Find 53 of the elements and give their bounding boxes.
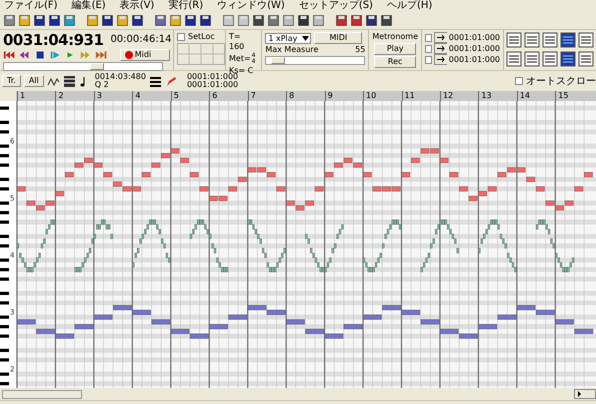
autoscroll-label: オートスクロー bbox=[526, 75, 596, 88]
midi-button[interactable]: MIDI bbox=[314, 32, 362, 44]
checkbox[interactable] bbox=[425, 56, 432, 64]
checkbox[interactable] bbox=[515, 77, 523, 85]
position-counter: 0031:04:931 bbox=[3, 32, 104, 48]
locator-grid-drawing bbox=[177, 43, 225, 65]
max-measure-label: Max Measure bbox=[265, 45, 318, 55]
checkbox[interactable] bbox=[425, 44, 432, 52]
metronome-button[interactable]: Play bbox=[374, 43, 416, 55]
monitor-icon[interactable] bbox=[560, 51, 576, 67]
range-start-time: 0001:01:000 bbox=[186, 73, 238, 81]
locator-arrow-icon[interactable] bbox=[434, 32, 447, 43]
setloc-label: SetLoc bbox=[188, 32, 215, 42]
rewind-to-start-icon[interactable] bbox=[3, 50, 16, 60]
forward-to-end-icon[interactable] bbox=[94, 50, 107, 60]
pencil-icon[interactable] bbox=[164, 74, 178, 88]
measure-ruler[interactable]: 1 2 3 4 5 6 7 8 9 10 11 12 13 14 15 bbox=[16, 91, 596, 101]
range-end-time: 0001:01:000 bbox=[186, 81, 238, 89]
quantize-value: Q 2 bbox=[94, 81, 110, 89]
checkbox[interactable] bbox=[177, 33, 185, 41]
menu-item[interactable]: ウィンドウ(W) bbox=[217, 1, 285, 11]
max-measure-value: 55 bbox=[355, 45, 366, 55]
piano-keyboard-drawing[interactable] bbox=[0, 101, 16, 388]
menu-item[interactable]: ファイル(F) bbox=[4, 1, 58, 11]
time-counter: 00:00:46:14 bbox=[110, 33, 172, 47]
stop-icon[interactable] bbox=[34, 50, 46, 60]
track-button[interactable]: Tr. bbox=[2, 75, 21, 87]
max-measure-slider[interactable] bbox=[265, 56, 366, 65]
key-signature-text: Ks= C bbox=[229, 66, 254, 75]
locator-time: 0001:01:000 bbox=[448, 44, 500, 54]
locator-arrow-icon[interactable] bbox=[434, 54, 447, 65]
slider-thumb[interactable] bbox=[90, 63, 104, 70]
tempo-text: T= 160 bbox=[229, 32, 246, 52]
bars-icon[interactable] bbox=[148, 74, 162, 88]
dropdown-arrow-icon[interactable] bbox=[302, 34, 310, 42]
cursor-position: 0014:03:480 bbox=[94, 73, 146, 81]
all-button[interactable]: All bbox=[24, 75, 44, 87]
menu-item[interactable]: 表示(V) bbox=[120, 1, 154, 11]
metronome-label: Metronome bbox=[372, 32, 418, 42]
play-mode-dropdown[interactable]: 1 xPlay bbox=[265, 32, 312, 44]
position-slider[interactable] bbox=[3, 62, 163, 71]
menu-item[interactable]: 編集(E) bbox=[72, 1, 106, 11]
metronome-button[interactable]: Rec bbox=[374, 56, 416, 68]
locator-arrow-icon[interactable] bbox=[434, 43, 447, 54]
locator-time: 0001:01:000 bbox=[448, 32, 500, 42]
locator-time: 0001:01:000 bbox=[448, 54, 500, 64]
checkbox[interactable] bbox=[425, 34, 432, 42]
meter-label: Met= bbox=[229, 54, 251, 64]
midi-record-button[interactable]: Midi bbox=[120, 49, 170, 61]
horizontal-scrollbar-thumb[interactable] bbox=[2, 390, 82, 398]
slider-thumb[interactable] bbox=[270, 57, 285, 64]
rewind-icon[interactable] bbox=[18, 50, 30, 60]
monitor-icon[interactable] bbox=[560, 32, 576, 48]
